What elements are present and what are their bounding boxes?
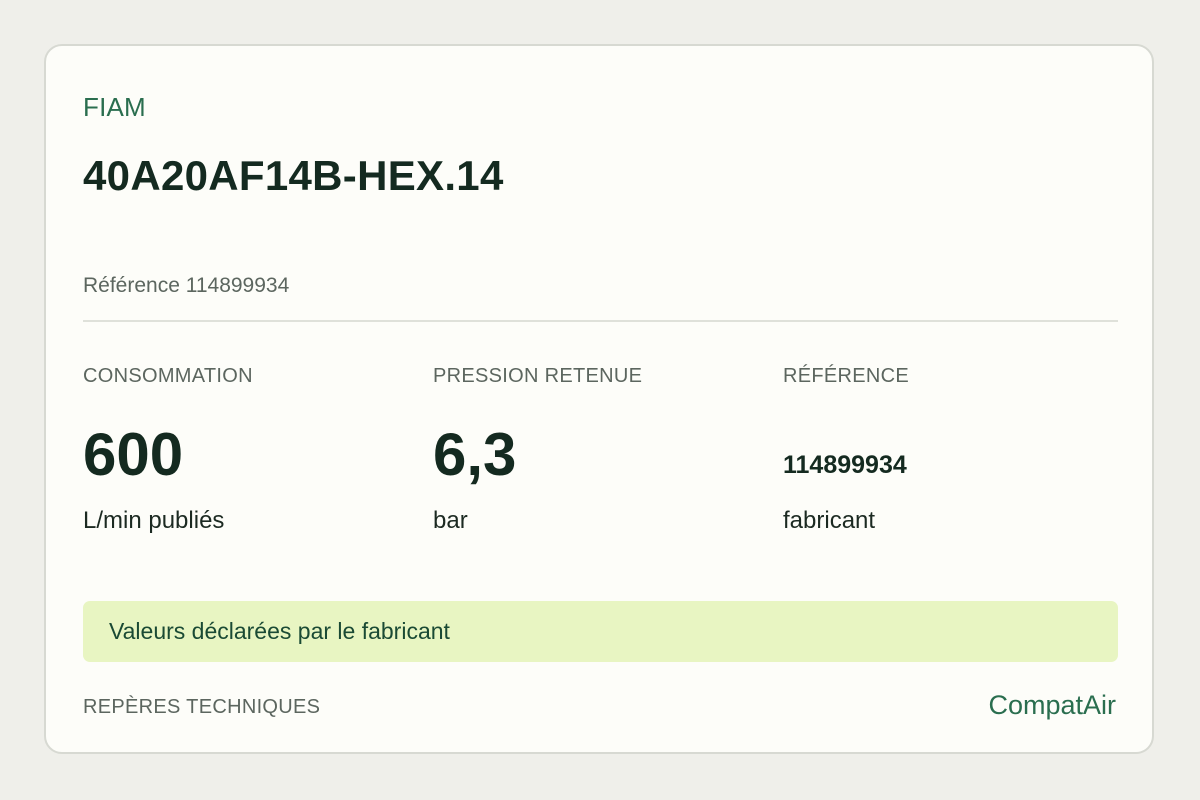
metric-reference: RÉFÉRENCE 114899934 fabricant (783, 364, 1113, 534)
metric-value: 6,3 (433, 421, 517, 488)
site-logo-text[interactable]: CompatAir (988, 690, 1116, 721)
metric-pressure: PRESSION RETENUE 6,3 bar (433, 364, 763, 534)
metric-value: 114899934 (783, 451, 907, 479)
metric-consumption: CONSOMMATION 600 L/min publiés (83, 364, 413, 534)
model-title: 40A20AF14B-HEX.14 (83, 152, 504, 199)
product-card: FIAM 40A20AF14B-HEX.14 Référence 1148999… (44, 44, 1154, 754)
metric-unit: bar (433, 507, 468, 534)
section-label: REPÈRES TECHNIQUES (83, 696, 321, 718)
metric-label: PRESSION RETENUE (433, 365, 643, 387)
metric-unit: fabricant (783, 507, 876, 534)
divider (83, 320, 1118, 322)
metric-label: RÉFÉRENCE (783, 365, 910, 387)
metric-value: 600 (83, 421, 184, 488)
brand-name: FIAM (83, 92, 146, 122)
metric-unit: L/min publiés (83, 507, 225, 534)
metric-label: CONSOMMATION (83, 365, 253, 387)
manufacturer-values-banner: Valeurs déclarées par le fabricant (83, 601, 1118, 662)
reference-line: Référence 114899934 (83, 274, 290, 297)
